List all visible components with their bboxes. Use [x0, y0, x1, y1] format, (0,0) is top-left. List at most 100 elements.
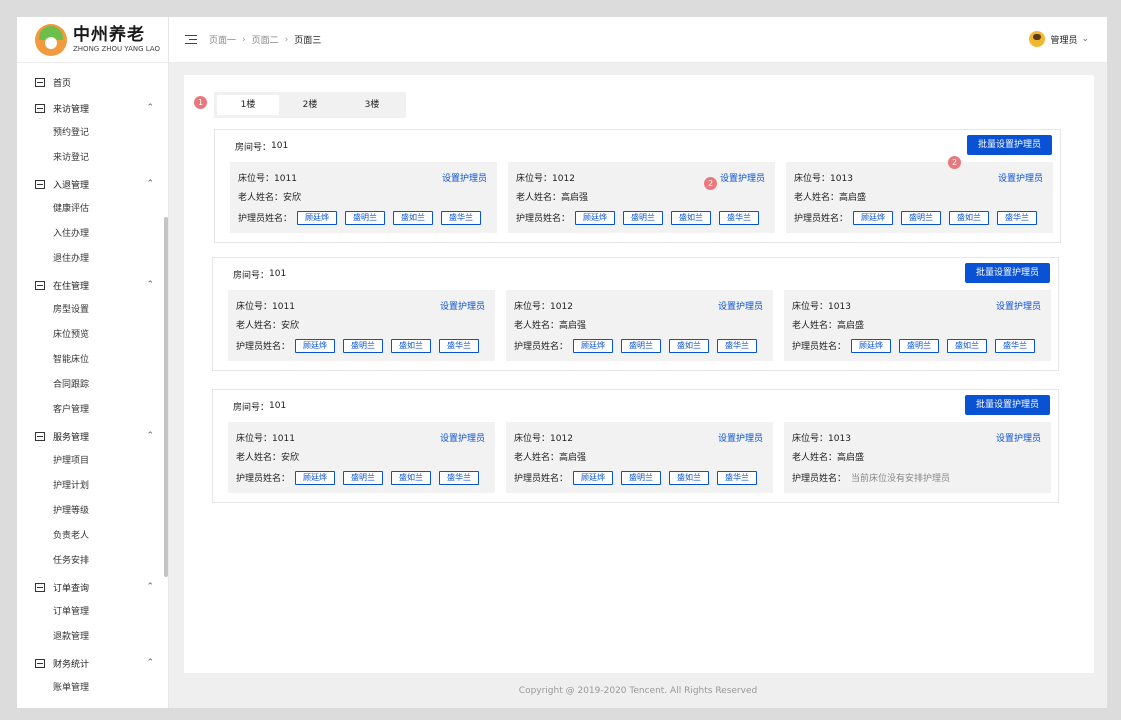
- nurse-label: 护理员姓名：: [236, 342, 291, 352]
- sidebar-item[interactable]: 智能床位: [17, 348, 168, 373]
- sidebar-item[interactable]: 任务安排: [17, 549, 168, 574]
- menu-toggle-icon[interactable]: [185, 35, 197, 44]
- sidebar-group[interactable]: 财务统计 ⌃: [17, 650, 168, 676]
- set-nurse-link[interactable]: 设置护理员: [440, 430, 485, 449]
- sidebar-item[interactable]: 护理等级: [17, 499, 168, 524]
- nurse-tag[interactable]: 顾廷烨: [573, 338, 614, 353]
- room-number: 101: [271, 141, 289, 151]
- room-label: 房间号：: [235, 142, 272, 153]
- nurse-tag[interactable]: 盛华兰: [717, 470, 758, 485]
- top-bar: 页面一 › 页面二 › 页面三 管理员 ⌄: [169, 17, 1107, 63]
- sidebar-item[interactable]: 合同跟踪: [17, 373, 168, 398]
- sidebar-item[interactable]: 负责老人: [17, 524, 168, 549]
- nurse-tag[interactable]: 盛明兰: [621, 338, 662, 353]
- sidebar-item[interactable]: 房型设置: [17, 298, 168, 323]
- breadcrumb-item[interactable]: 页面二: [252, 33, 279, 46]
- set-nurse-link[interactable]: 设置护理员: [718, 430, 763, 449]
- nurse-tag[interactable]: 顾廷烨: [573, 470, 614, 485]
- brand-subtitle: ZHONG ZHOU YANG LAO: [73, 44, 161, 53]
- nurse-tag[interactable]: 顾廷烨: [295, 470, 336, 485]
- set-nurse-link[interactable]: 设置护理员: [998, 170, 1043, 189]
- sidebar-item[interactable]: 客户管理: [17, 398, 168, 423]
- user-menu[interactable]: 管理员 ⌄: [1029, 31, 1089, 47]
- nurse-tag[interactable]: 盛明兰: [343, 338, 384, 353]
- sidebar-scrollbar[interactable]: [164, 217, 168, 577]
- nurse-tag[interactable]: 盛华兰: [441, 210, 482, 225]
- nurse-tag[interactable]: 盛华兰: [997, 210, 1038, 225]
- set-nurse-link[interactable]: 设置护理员: [442, 170, 487, 189]
- sidebar-item[interactable]: 护理项目: [17, 449, 168, 474]
- sidebar-item[interactable]: 入住办理: [17, 222, 168, 247]
- nurse-tag[interactable]: 顾廷烨: [853, 210, 894, 225]
- sidebar-group[interactable]: 首页: [17, 69, 168, 95]
- brand-logo[interactable]: 中州养老 ZHONG ZHOU YANG LAO: [17, 17, 168, 63]
- sidebar-item[interactable]: 预约登记: [17, 121, 168, 146]
- sidebar-item[interactable]: 账单管理: [17, 676, 168, 701]
- nurse-tag[interactable]: 盛华兰: [717, 338, 758, 353]
- menu-icon: [35, 431, 45, 441]
- breadcrumb-item[interactable]: 页面一: [209, 33, 236, 46]
- set-nurse-link[interactable]: 设置护理员: [440, 298, 485, 317]
- nurse-tag[interactable]: 顾廷烨: [851, 338, 892, 353]
- batch-set-nurse-button[interactable]: 批量设置护理员: [967, 135, 1052, 155]
- nurse-tag[interactable]: 盛如兰: [949, 210, 990, 225]
- step-badge: 2: [948, 156, 961, 169]
- sidebar-group[interactable]: 服务管理 ⌃: [17, 423, 168, 449]
- elder-label: 老人姓名：: [236, 321, 282, 331]
- nurse-tag[interactable]: 盛如兰: [393, 210, 434, 225]
- step-badge: 2: [704, 177, 717, 190]
- nurse-tag[interactable]: 盛如兰: [391, 470, 432, 485]
- nurse-tag[interactable]: 盛华兰: [439, 338, 480, 353]
- nurse-tag[interactable]: 盛华兰: [719, 210, 760, 225]
- breadcrumb: 页面一 › 页面二 › 页面三: [209, 33, 321, 47]
- nurse-tag[interactable]: 顾廷烨: [575, 210, 616, 225]
- set-nurse-link[interactable]: 设置护理员: [996, 298, 1041, 317]
- nurse-tag[interactable]: 盛明兰: [899, 338, 940, 353]
- sidebar-group[interactable]: 订单查询 ⌃: [17, 574, 168, 600]
- room-card: 房间号： 101 批量设置护理员 床位号：1011 设置护理员 老人姓名：安欣 护理员姓名：…: [214, 129, 1061, 243]
- sidebar-group[interactable]: 来访管理 ⌃: [17, 95, 168, 121]
- nurse-tag[interactable]: 盛明兰: [345, 210, 386, 225]
- nurse-tag[interactable]: 盛明兰: [901, 210, 942, 225]
- sidebar-item[interactable]: 床位预览: [17, 323, 168, 348]
- sidebar-item[interactable]: 健康评估: [17, 197, 168, 222]
- nurse-tag[interactable]: 盛明兰: [623, 210, 664, 225]
- nurse-tag[interactable]: 顾廷烨: [295, 338, 336, 353]
- sidebar-item[interactable]: 订单管理: [17, 600, 168, 625]
- set-nurse-link[interactable]: 设置护理员: [718, 298, 763, 317]
- room-label: 房间号：: [233, 402, 270, 413]
- chevron-up-icon: ⌃: [146, 103, 154, 113]
- set-nurse-link[interactable]: 设置护理员: [996, 430, 1041, 449]
- sidebar-group-label: 服务管理: [53, 432, 90, 443]
- tab-floor-2[interactable]: 2楼: [279, 95, 341, 115]
- batch-set-nurse-button[interactable]: 批量设置护理员: [965, 395, 1050, 415]
- set-nurse-link[interactable]: 设置护理员: [720, 170, 765, 189]
- nurse-tag[interactable]: 盛明兰: [343, 470, 384, 485]
- tab-floor-3[interactable]: 3楼: [341, 95, 403, 115]
- sidebar-group[interactable]: 入退管理 ⌃: [17, 171, 168, 197]
- sidebar-item[interactable]: 护理计划: [17, 474, 168, 499]
- elder-name: 安欣: [281, 321, 300, 331]
- sidebar-group-label: 来访管理: [53, 104, 90, 115]
- nurse-tag[interactable]: 盛华兰: [439, 470, 480, 485]
- no-nurse-text: 当前床位没有安排护理员: [851, 474, 951, 484]
- elder-name: 安欣: [283, 193, 302, 203]
- nurse-tag[interactable]: 顾廷烨: [297, 210, 338, 225]
- nurse-tag[interactable]: 盛如兰: [669, 338, 710, 353]
- nurse-tag[interactable]: 盛如兰: [671, 210, 712, 225]
- nurse-tag[interactable]: 盛如兰: [947, 338, 988, 353]
- tab-floor-1[interactable]: 1楼: [217, 95, 279, 115]
- nurse-tag[interactable]: 盛如兰: [391, 338, 432, 353]
- batch-set-nurse-button[interactable]: 批量设置护理员: [965, 263, 1050, 283]
- nurse-row: 护理员姓名： 顾廷烨 盛明兰 盛如兰 盛华兰: [792, 336, 1043, 355]
- elder-label: 老人姓名：: [514, 453, 560, 463]
- elder-name: 高启强: [559, 321, 587, 331]
- nurse-tag[interactable]: 盛如兰: [669, 470, 710, 485]
- elder-row: 老人姓名：高启强: [514, 449, 765, 468]
- nurse-tag[interactable]: 盛明兰: [621, 470, 662, 485]
- sidebar-item[interactable]: 退住办理: [17, 247, 168, 272]
- sidebar-group[interactable]: 在住管理 ⌃: [17, 272, 168, 298]
- nurse-tag[interactable]: 盛华兰: [995, 338, 1036, 353]
- sidebar-item[interactable]: 来访登记: [17, 146, 168, 171]
- sidebar-item[interactable]: 退款管理: [17, 625, 168, 650]
